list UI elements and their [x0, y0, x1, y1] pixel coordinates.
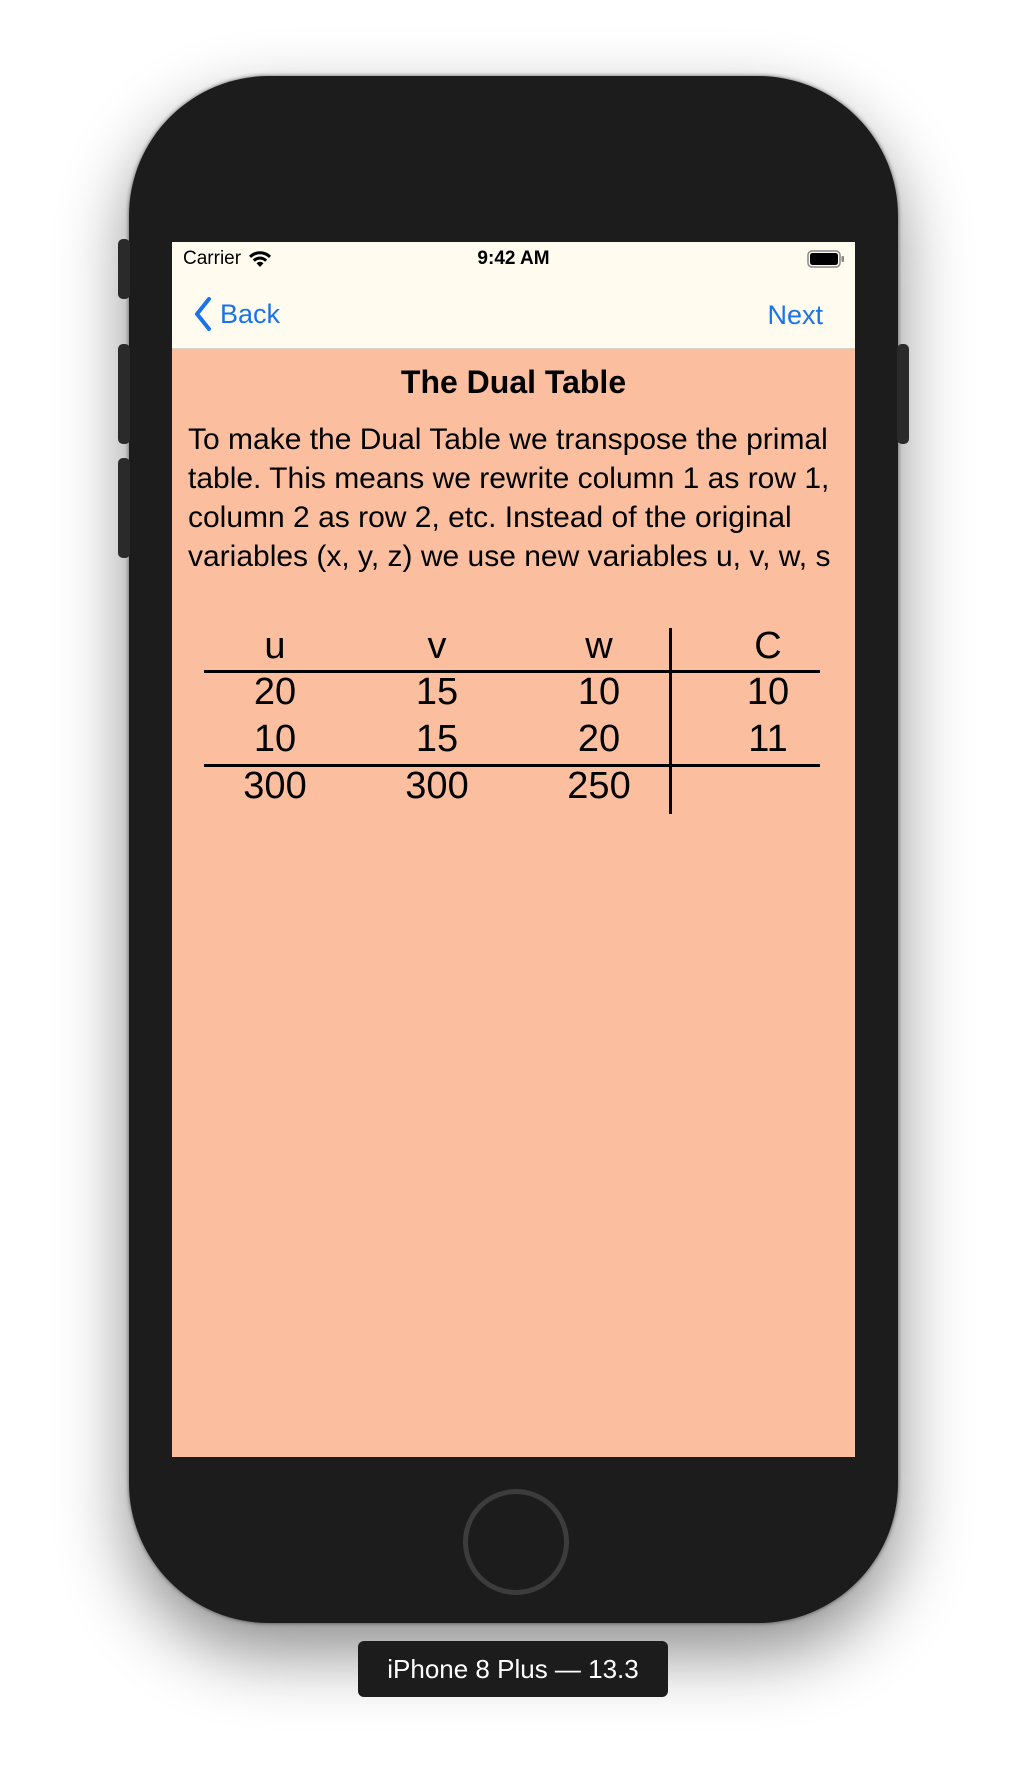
- status-bar: Carrier 9:42 AM: [172, 242, 855, 276]
- navigation-bar: Back Next: [172, 276, 855, 349]
- table-cell: 11: [748, 718, 788, 760]
- next-button[interactable]: Next: [767, 300, 823, 331]
- table-cell: 20: [577, 718, 621, 760]
- battery-icon: [807, 250, 845, 268]
- table-cell: 20: [253, 671, 297, 713]
- chevron-left-icon: [192, 296, 214, 332]
- home-button[interactable]: [463, 1489, 569, 1595]
- table-cell: 15: [415, 671, 459, 713]
- table-cell: 15: [415, 718, 459, 760]
- dual-table: u v w C 20 15 10 10 10 15 20 11 300 300 …: [204, 625, 820, 814]
- table-header-cell: C: [754, 625, 782, 667]
- table-header-cell: w: [585, 625, 613, 667]
- back-button-label: Back: [220, 298, 281, 329]
- table-header-cell: v: [427, 625, 447, 667]
- table-cell: 10: [577, 671, 621, 713]
- volume-down-button: [118, 458, 130, 558]
- mute-switch: [118, 239, 130, 299]
- page-title: The Dual Table: [400, 364, 627, 400]
- back-button[interactable]: Back: [192, 294, 280, 334]
- table-cell: 250: [567, 765, 631, 807]
- intro-text: To make the Dual Table we transpose the …: [188, 423, 831, 573]
- table-header-cell: u: [264, 625, 286, 667]
- device-label: iPhone 8 Plus — 13.3: [358, 1641, 668, 1697]
- status-time: 9:42 AM: [477, 248, 550, 269]
- table-cell: 300: [405, 765, 469, 807]
- table-cell: 10: [746, 671, 790, 713]
- volume-up-button: [118, 344, 130, 444]
- table-cell: 10: [253, 718, 297, 760]
- power-button: [897, 344, 909, 444]
- table-cell: 300: [243, 765, 307, 807]
- app-screen: Carrier 9:42 AM Back Next The Dual Table…: [172, 242, 855, 1457]
- table-divider-vertical: [669, 628, 672, 814]
